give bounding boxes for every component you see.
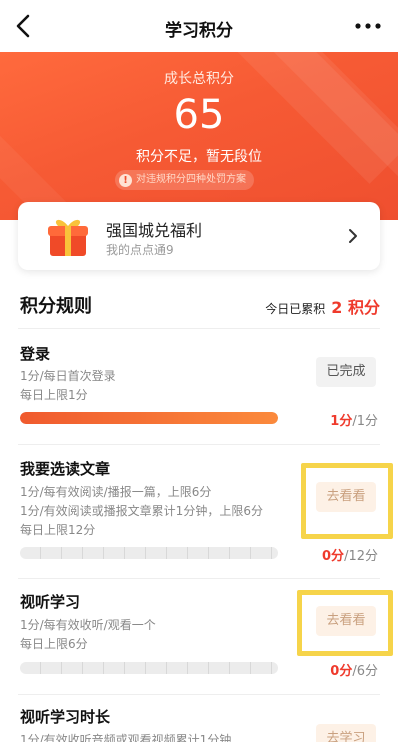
progress-bar bbox=[20, 662, 278, 674]
points-ratio: 0分/6分 bbox=[330, 664, 378, 679]
rule-desc-line: 1分/每有效阅读/播报一篇，上限6分 bbox=[20, 485, 212, 499]
rule-item-audio-video: 视听学习 1分/每有效收听/观看一个 每日上限6分 去看看 0分/6分 bbox=[18, 591, 380, 681]
rule-desc-line: 1分/有效收听音频或观看视频累计1分钟 bbox=[20, 733, 232, 742]
rule-name: 我要选读文章 bbox=[20, 460, 111, 478]
progress-ticks bbox=[20, 662, 278, 674]
rule-name: 登录 bbox=[20, 345, 51, 363]
benefit-card[interactable]: 强国城兑福利 我的点点通9 bbox=[18, 202, 380, 270]
divider bbox=[18, 328, 380, 329]
top-bar: 学习积分 bbox=[0, 0, 398, 52]
page-title: 学习积分 bbox=[165, 21, 233, 41]
more-dots-icon[interactable] bbox=[352, 12, 384, 40]
progress-bar bbox=[20, 412, 278, 424]
rule-name: 视听学习 bbox=[20, 593, 81, 611]
rule-desc-line: 每日上限12分 bbox=[20, 523, 96, 537]
rank-status: 积分不足，暂无段位 bbox=[136, 149, 262, 165]
progress-ticks bbox=[20, 547, 278, 559]
benefit-title: 强国城兑福利 bbox=[106, 221, 203, 240]
divider bbox=[18, 578, 380, 579]
progress-bar bbox=[20, 547, 278, 559]
divider bbox=[18, 694, 380, 695]
benefit-subtitle: 我的点点通9 bbox=[106, 243, 174, 257]
rule-desc-line: 1分/有效阅读或播报文章累计1分钟，上限6分 bbox=[20, 504, 263, 518]
points-ratio: 0分/12分 bbox=[322, 549, 378, 564]
total-score-label: 成长总积分 bbox=[164, 71, 234, 87]
divider bbox=[18, 444, 380, 445]
gift-icon bbox=[48, 219, 88, 256]
rules-header: 积分规则 今日已累积 2 积分 bbox=[18, 292, 380, 322]
rule-item-read-articles: 我要选读文章 1分/每有效阅读/播报一篇，上限6分 1分/有效阅读或播报文章累计… bbox=[18, 458, 380, 568]
rules-heading: 积分规则 bbox=[20, 296, 92, 317]
rule-desc-line: 每日上限1分 bbox=[20, 388, 88, 402]
rule-desc-line: 1分/每有效收听/观看一个 bbox=[20, 618, 156, 632]
chevron-right-icon bbox=[349, 229, 357, 243]
today-points-value: 2 积分 bbox=[331, 298, 380, 317]
violation-notice-text: 对违规积分四种处罚方案 bbox=[136, 174, 246, 185]
progress-fill bbox=[20, 412, 278, 424]
go-watch-button[interactable]: 去看看 bbox=[316, 606, 376, 636]
completed-button[interactable]: 已完成 bbox=[316, 357, 376, 387]
today-points: 今日已累积 2 积分 bbox=[265, 294, 380, 318]
rule-name: 视听学习时长 bbox=[20, 708, 111, 726]
violation-notice-link[interactable]: ! 对违规积分四种处罚方案 bbox=[115, 170, 254, 190]
total-score-value: 65 bbox=[173, 92, 225, 138]
go-study-button[interactable]: 去学习 bbox=[316, 724, 376, 742]
today-points-label: 今日已累积 bbox=[265, 302, 326, 316]
rule-desc-line: 1分/每日首次登录 bbox=[20, 369, 116, 383]
rule-item-login: 登录 1分/每日首次登录 每日上限1分 已完成 1分/1分 bbox=[18, 343, 380, 438]
go-read-button[interactable]: 去看看 bbox=[316, 482, 376, 512]
warning-icon: ! bbox=[119, 173, 132, 187]
rule-desc-line: 每日上限6分 bbox=[20, 637, 88, 651]
rule-item-audio-video-duration: 视听学习时长 1分/有效收听音频或观看视频累计1分钟 去学习 bbox=[18, 706, 380, 742]
score-hero: 成长总积分 65 积分不足，暂无段位 ! 对违规积分四种处罚方案 bbox=[0, 52, 398, 220]
points-ratio: 1分/1分 bbox=[330, 414, 378, 429]
